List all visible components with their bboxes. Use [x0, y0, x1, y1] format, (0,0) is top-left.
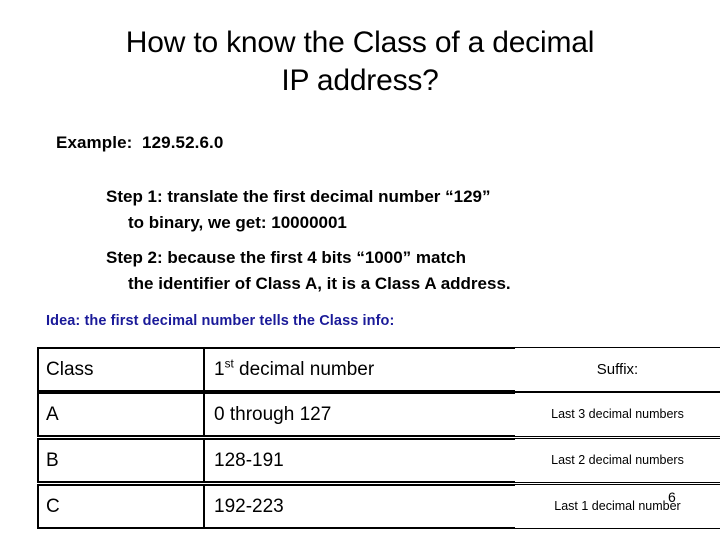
step-2-line-2: the identifier of Class A, it is a Class…: [128, 274, 511, 293]
header-decimal-number-label: 1st decimal number: [214, 357, 375, 380]
row-range-value: 192-223: [214, 496, 284, 517]
header-class-label: Class: [46, 359, 94, 380]
idea-text: Idea: the first decimal number tells the…: [46, 313, 395, 329]
table-row: B 128-191 Last 2 decimal numbers: [37, 438, 720, 483]
header-decimal-suffix: decimal number: [233, 359, 375, 380]
row-range-value: 0 through 127: [214, 404, 332, 425]
header-cell-class: Class: [37, 347, 205, 392]
page-title: How to know the Class of a decimal IP ad…: [0, 24, 720, 100]
row-cell-class: A: [37, 392, 205, 437]
header-suffix-label: Suffix:: [596, 361, 639, 378]
row-class-value: C: [46, 496, 60, 517]
header-decimal-ordinal: st: [224, 357, 234, 371]
row-cell-range: 192-223: [203, 484, 517, 529]
table-header-row: Class 1st decimal number Suffix:: [37, 347, 720, 392]
header-cell-suffix: Suffix:: [515, 347, 720, 392]
row-cell-range: 128-191: [203, 438, 517, 483]
row-suffix-value: Last 1 decimal number: [554, 499, 681, 513]
step-1-line-2: to binary, we get: 10000001: [128, 213, 347, 232]
step-2-line-1: Step 2: because the first 4 bits “1000” …: [106, 248, 466, 267]
row-cell-suffix: Last 3 decimal numbers: [515, 392, 720, 437]
example-text: Example: 129.52.6.0: [56, 133, 224, 152]
row-range-value: 128-191: [214, 450, 284, 471]
row-suffix-value: Last 2 decimal numbers: [551, 453, 684, 467]
row-cell-range: 0 through 127: [203, 392, 517, 437]
header-decimal-prefix: 1: [214, 359, 225, 380]
row-cell-suffix: Last 1 decimal number: [515, 484, 720, 529]
step-1-line-1: Step 1: translate the first decimal numb…: [106, 187, 491, 206]
table-row: C 192-223 Last 1 decimal number: [37, 484, 720, 529]
page-title-line-2: IP address?: [281, 64, 439, 97]
row-suffix-value: Last 3 decimal numbers: [551, 407, 684, 421]
page-title-line-1: How to know the Class of a decimal: [125, 26, 595, 59]
step-2-block: Step 2: because the first 4 bits “1000” …: [106, 245, 706, 297]
row-cell-class: C: [37, 484, 205, 529]
row-class-value: B: [46, 450, 59, 471]
row-class-value: A: [46, 404, 59, 425]
header-cell-decimal-number: 1st decimal number: [203, 347, 517, 392]
table-row: A 0 through 127 Last 3 decimal numbers: [37, 392, 720, 437]
row-cell-suffix: Last 2 decimal numbers: [515, 438, 720, 483]
row-cell-class: B: [37, 438, 205, 483]
class-table: Class 1st decimal number Suffix: A 0 thr…: [37, 347, 720, 530]
slide-number: 6: [668, 489, 676, 505]
step-1-block: Step 1: translate the first decimal numb…: [106, 184, 706, 236]
